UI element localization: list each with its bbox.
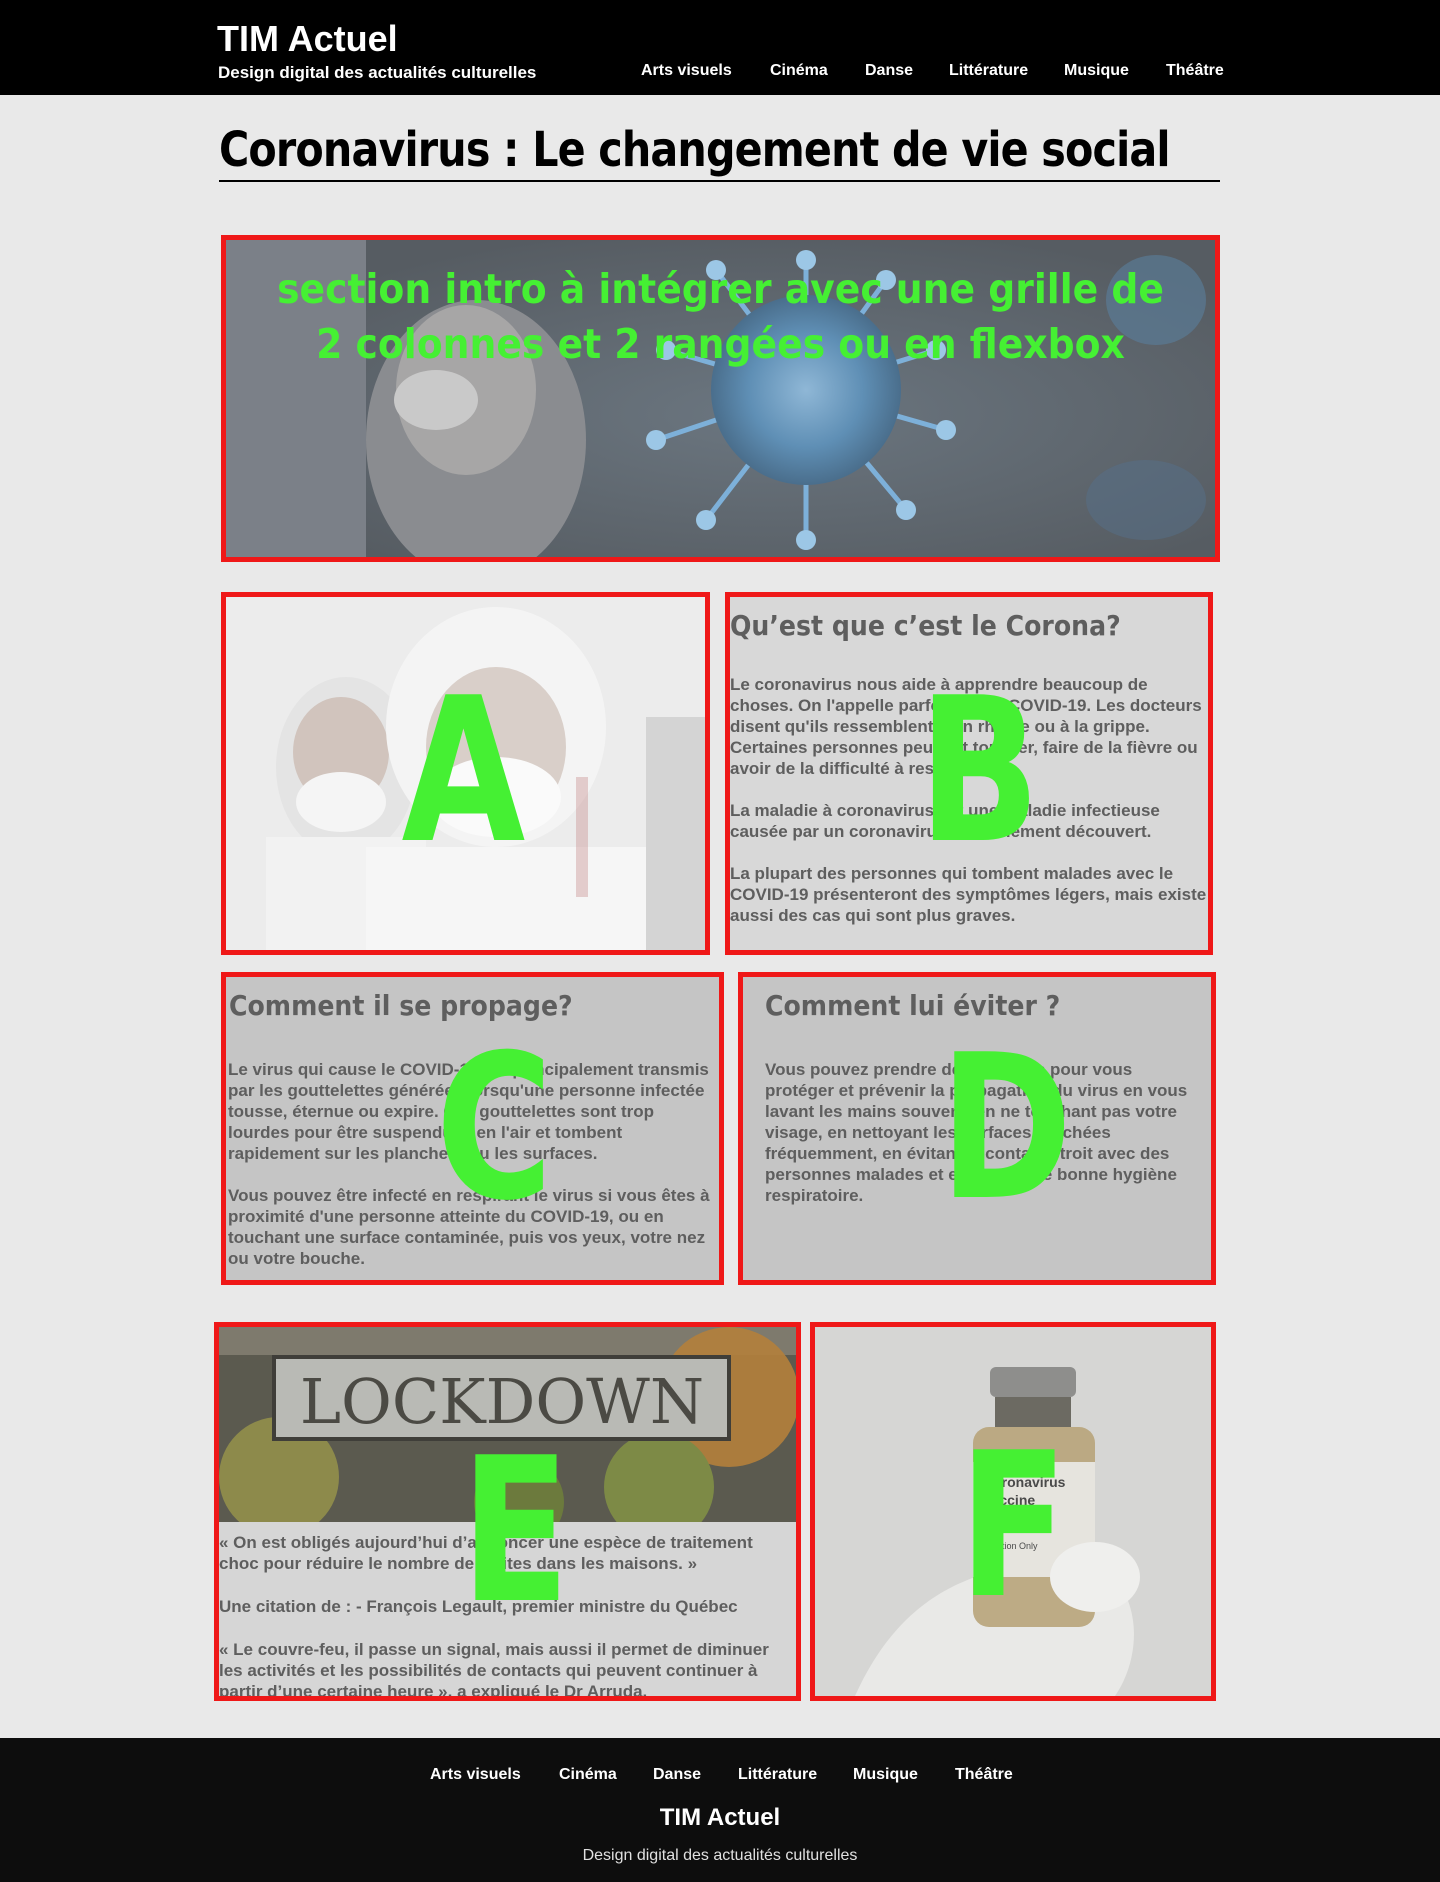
footer-nav-arts-visuels[interactable]: Arts visuels — [430, 1766, 521, 1784]
footer-tagline: Design digital des actualités culturelle… — [582, 1847, 858, 1864]
section-b-label: B — [918, 655, 1041, 888]
nav-cinema[interactable]: Cinéma — [770, 62, 828, 82]
section-c-label: C — [435, 1012, 554, 1245]
section-f-vaccine: Coronavirus Vaccine COVID-19 Injection O… — [810, 1322, 1216, 1701]
section-c-propagation: Comment il se propage? Le virus qui caus… — [221, 972, 724, 1285]
site-footer: Arts visuels Cinéma Danse Littérature Mu… — [0, 1738, 1440, 1882]
section-a-image: A — [221, 592, 710, 955]
nav-arts-visuels[interactable]: Arts visuels — [641, 62, 732, 82]
site-tagline: Design digital des actualités culturelle… — [218, 63, 537, 82]
section-b-what-is-corona: Qu’est que c’est le Corona? Le coronavir… — [725, 592, 1213, 955]
intro-caption: section intro à intégrer avec une grille… — [266, 262, 1176, 372]
footer-nav-theatre[interactable]: Théâtre — [955, 1766, 1013, 1784]
section-a-label: A — [401, 655, 526, 888]
footer-nav-litterature[interactable]: Littérature — [738, 1766, 817, 1784]
section-e-lockdown: LOCKDOWN « On est obligés aujourd’hui d’… — [214, 1322, 801, 1701]
intro-caption-line1: section intro à intégrer avec une grille… — [277, 265, 1164, 313]
section-d-label: D — [939, 1012, 1073, 1245]
section-d-prevention: Comment lui éviter ? Vous pouvez prendre… — [738, 972, 1216, 1285]
footer-nav-musique[interactable]: Musique — [853, 1766, 918, 1784]
section-e-quote-2: « Le couvre-feu, il passe un signal, mai… — [219, 1640, 769, 1701]
page-title: Coronavirus : Le changement de vie socia… — [219, 122, 1171, 178]
footer-nav-cinema[interactable]: Cinéma — [559, 1766, 617, 1784]
intro-caption-line2: 2 colonnes et 2 rangées ou en flexbox — [316, 320, 1125, 368]
section-e-label: E — [460, 1415, 570, 1648]
nav-theatre[interactable]: Théâtre — [1166, 62, 1224, 82]
site-header: TIM Actuel Design digital des actualités… — [0, 0, 1440, 95]
footer-nav-danse[interactable]: Danse — [653, 1766, 701, 1784]
site-title[interactable]: TIM Actuel — [217, 18, 398, 60]
section-b-title: Qu’est que c’est le Corona? — [730, 609, 1121, 642]
section-f-label: F — [958, 1410, 1068, 1643]
nav-litterature[interactable]: Littérature — [949, 62, 1028, 82]
intro-section: section intro à intégrer avec une grille… — [221, 235, 1220, 562]
nav-musique[interactable]: Musique — [1064, 62, 1129, 82]
nav-danse[interactable]: Danse — [865, 62, 913, 82]
title-divider — [219, 180, 1220, 182]
footer-title: TIM Actuel — [659, 1804, 781, 1831]
